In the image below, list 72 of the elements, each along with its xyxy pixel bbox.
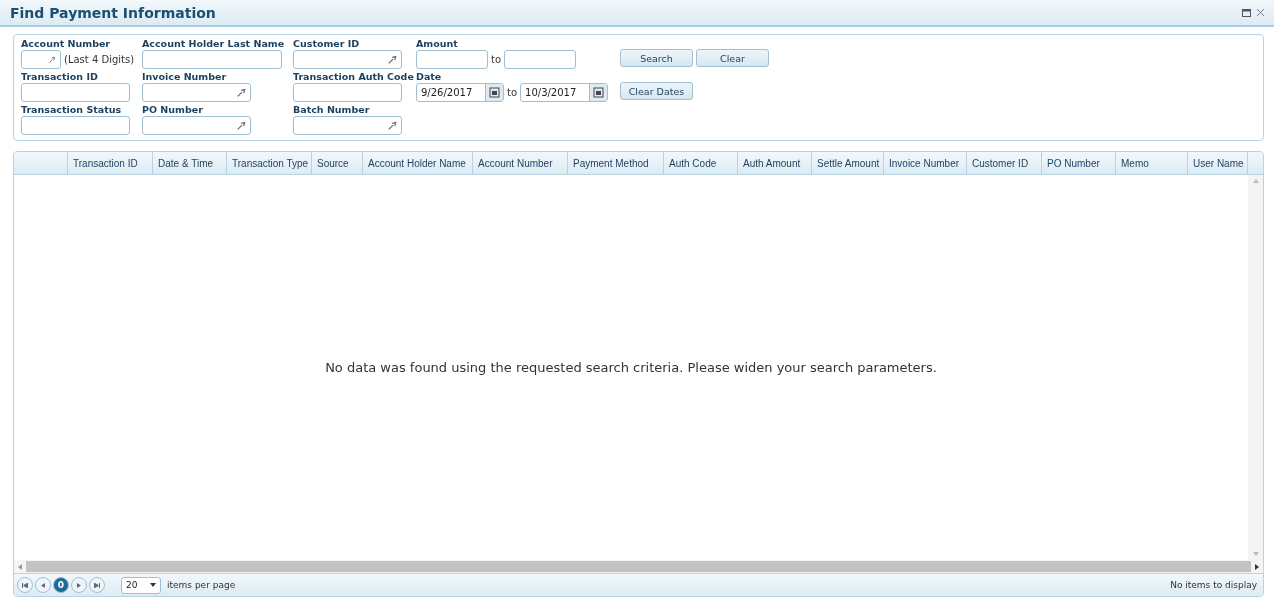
window-title: Find Payment Information	[10, 4, 216, 21]
column-header[interactable]: Memo	[1116, 152, 1188, 174]
next-page-button[interactable]	[71, 577, 87, 593]
date-field[interactable]: 10/3/2017	[520, 83, 609, 102]
vertical-scrollbar[interactable]	[1248, 175, 1263, 560]
empty-message: No data was found using the requested search criteria. Please widen your search parameters.	[325, 360, 937, 375]
input-field[interactable]	[142, 116, 251, 135]
page-size-dropdown[interactable]: 20	[121, 576, 161, 594]
calendar-icon	[593, 87, 605, 98]
field-label: Account Holder Last Name	[142, 38, 286, 49]
column-header[interactable]: User Name	[1188, 152, 1248, 174]
calendar-icon	[489, 87, 500, 98]
page-size-label: items per page	[167, 580, 236, 590]
action-button[interactable]: Clear	[696, 49, 769, 67]
column-header[interactable]: Customer ID	[967, 152, 1042, 174]
input-field[interactable]	[21, 50, 61, 69]
field-label: Amount	[416, 38, 459, 49]
field-label: Invoice Number	[142, 71, 228, 82]
column-header[interactable]: Account Holder Name	[363, 152, 473, 174]
maximize-icon[interactable]	[1242, 8, 1251, 17]
field-label: Batch Number	[293, 104, 371, 115]
column-header[interactable]: Transaction Type	[227, 152, 312, 174]
items-status: No items to display	[1170, 580, 1257, 590]
calendar-button[interactable]	[589, 84, 608, 101]
calendar-button[interactable]	[485, 84, 503, 101]
page-button[interactable]: 0	[53, 577, 69, 593]
scrollbar-thumb[interactable]	[26, 561, 1251, 572]
column-header[interactable]: Invoice Number	[884, 152, 967, 174]
range-separator: to	[507, 87, 518, 98]
field-hint: (Last 4 Digits)	[64, 54, 135, 65]
next-page-icon	[77, 582, 81, 588]
close-icon[interactable]	[1257, 9, 1264, 16]
input-field[interactable]	[21, 83, 130, 102]
first-page-icon	[22, 582, 28, 588]
input-field[interactable]	[416, 50, 488, 69]
field-label: Transaction Auth Code	[293, 71, 415, 82]
first-page-button[interactable]	[17, 577, 33, 593]
input-field[interactable]	[504, 50, 577, 69]
scroll-right-icon[interactable]	[1255, 563, 1259, 570]
input-field[interactable]	[293, 50, 402, 69]
column-header[interactable]: Auth Code	[664, 152, 738, 174]
column-header[interactable]: PO Number	[1042, 152, 1116, 174]
previous-page-icon	[41, 582, 45, 588]
dropdown-arrow-icon	[150, 583, 156, 587]
input-field[interactable]	[293, 116, 402, 135]
range-separator: to	[491, 54, 502, 65]
date-field[interactable]: 9/26/2017	[416, 83, 504, 102]
input-field[interactable]	[142, 83, 251, 102]
field-label: Transaction Status	[21, 104, 123, 115]
column-header[interactable]: Settle Amount	[812, 152, 884, 174]
previous-page-button[interactable]	[35, 577, 51, 593]
column-header[interactable]: Transaction ID	[68, 152, 153, 174]
column-header[interactable]: Payment Method	[568, 152, 664, 174]
column-header[interactable]: Source	[312, 152, 363, 174]
column-header[interactable]: Date & Time	[153, 152, 227, 174]
scroll-down-icon[interactable]	[1252, 552, 1259, 556]
scroll-up-icon[interactable]	[1252, 179, 1259, 183]
field-label: Date	[416, 71, 443, 82]
scroll-left-icon[interactable]	[18, 563, 22, 570]
input-field[interactable]	[21, 116, 130, 135]
field-label: Account Number	[21, 38, 112, 49]
field-label: Transaction ID	[21, 71, 99, 82]
column-header[interactable]: Account Number	[473, 152, 568, 174]
input-field[interactable]	[142, 50, 282, 69]
field-label: PO Number	[142, 104, 204, 115]
field-label: Customer ID	[293, 38, 361, 49]
action-button[interactable]: Search	[620, 49, 693, 67]
action-button[interactable]: Clear Dates	[620, 82, 693, 100]
input-field[interactable]	[293, 83, 402, 102]
column-header[interactable]: Auth Amount	[738, 152, 812, 174]
last-page-button[interactable]	[89, 577, 105, 593]
last-page-icon	[94, 582, 100, 588]
